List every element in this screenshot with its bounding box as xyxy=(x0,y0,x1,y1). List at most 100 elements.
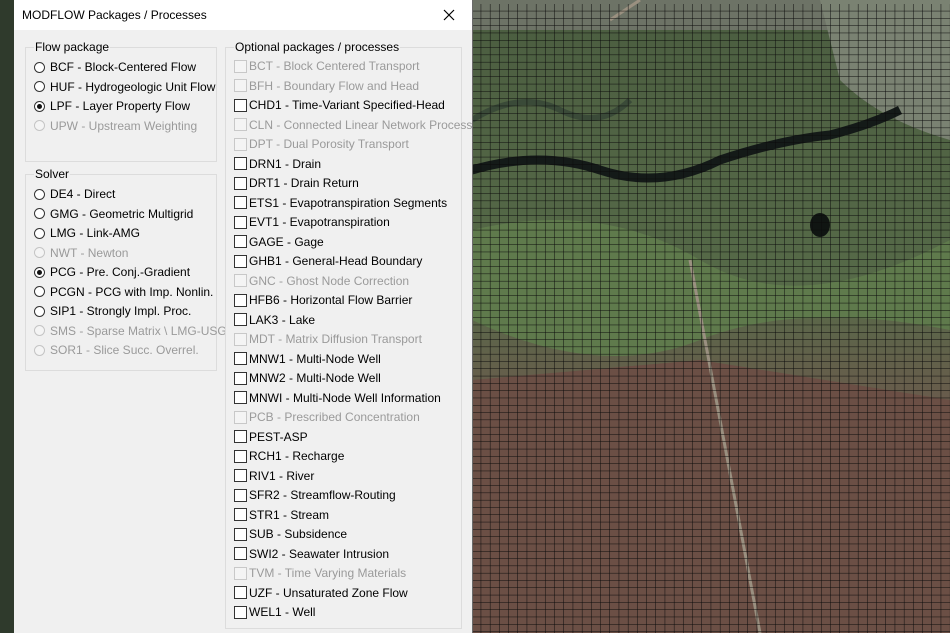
checkbox-unchecked-icon[interactable] xyxy=(234,430,247,443)
option-label: ETS1 - Evapotranspiration Segments xyxy=(249,195,448,210)
radio-option-bcf[interactable]: BCF - Block-Centered Flow xyxy=(34,58,196,76)
checkbox-option-riv1[interactable]: RIV1 - River xyxy=(234,467,314,485)
radio-option-pcgn[interactable]: PCGN - PCG with Imp. Nonlin. xyxy=(34,283,213,301)
radio-option-gmg[interactable]: GMG - Geometric Multigrid xyxy=(34,205,193,223)
option-label: PCB - Prescribed Concentration xyxy=(249,410,420,424)
checkbox-unchecked-icon xyxy=(234,137,247,151)
checkbox-unchecked-icon[interactable] xyxy=(234,391,247,404)
radio-unselected-icon[interactable] xyxy=(34,227,45,239)
option-label: SIP1 - Strongly Impl. Proc. xyxy=(50,304,192,318)
optional-packages-label: Optional packages / processes xyxy=(234,40,401,54)
option-label: DE4 - Direct xyxy=(50,187,116,201)
checkbox-unchecked-icon[interactable] xyxy=(234,313,247,326)
radio-option-upw: UPW - Upstream Weighting xyxy=(34,117,197,135)
checkbox-option-mnw1[interactable]: MNW1 - Multi-Node Well xyxy=(234,350,381,368)
checkbox-option-uzf[interactable]: UZF - Unsaturated Zone Flow xyxy=(234,584,408,602)
checkbox-unchecked-icon[interactable] xyxy=(234,157,247,170)
checkbox-option-pcb: PCB - Prescribed Concentration xyxy=(234,408,420,426)
radio-unselected-icon[interactable] xyxy=(34,208,45,219)
close-button[interactable] xyxy=(426,0,472,30)
checkbox-option-tvm: TVM - Time Varying Materials xyxy=(234,564,406,582)
checkbox-unchecked-icon[interactable] xyxy=(234,527,247,541)
option-label: SFR2 - Streamflow-Routing xyxy=(249,488,396,502)
option-label: DPT - Dual Porosity Transport xyxy=(249,137,409,151)
checkbox-option-pest-asp[interactable]: PEST-ASP xyxy=(234,428,308,446)
checkbox-unchecked-icon[interactable] xyxy=(234,508,247,521)
checkbox-option-drn1[interactable]: DRN1 - Drain xyxy=(234,155,321,173)
checkbox-option-cln: CLN - Connected Linear Network Process xyxy=(234,116,472,134)
checkbox-unchecked-icon[interactable] xyxy=(234,235,247,248)
checkbox-option-ets1[interactable]: ETS1 - Evapotranspiration Segments xyxy=(234,194,447,212)
checkbox-unchecked-icon[interactable] xyxy=(234,98,247,112)
option-label: EVT1 - Evapotranspiration xyxy=(249,215,390,229)
radio-option-lmg[interactable]: LMG - Link-AMG xyxy=(34,224,140,242)
checkbox-unchecked-icon[interactable] xyxy=(234,196,247,209)
radio-option-huf[interactable]: HUF - Hydrogeologic Unit Flow xyxy=(34,78,215,96)
checkbox-option-hfb6[interactable]: HFB6 - Horizontal Flow Barrier xyxy=(234,291,412,309)
radio-option-sor1: SOR1 - Slice Succ. Overrel. xyxy=(34,341,199,359)
option-label: LMG - Link-AMG xyxy=(50,226,141,240)
option-label: STR1 - Stream xyxy=(249,507,330,522)
checkbox-unchecked-icon xyxy=(234,59,247,73)
solver-group: Solver DE4 - Direct GMG - Geometric Multi… xyxy=(25,168,227,371)
option-label: DRT1 - Drain Return xyxy=(249,176,359,190)
checkbox-option-bct: BCT - Block Centered Transport xyxy=(234,57,420,75)
option-label: MNWI - Multi-Node Well Information xyxy=(249,390,441,405)
radio-unselected-icon[interactable] xyxy=(34,81,45,92)
option-label: MDT - Matrix Diffusion Transport xyxy=(249,332,422,346)
radio-unselected-icon[interactable] xyxy=(34,286,45,297)
checkbox-unchecked-icon[interactable] xyxy=(234,352,247,365)
option-label: CHD1 - Time-Variant Specified-Head xyxy=(249,98,445,112)
radio-unselected-icon[interactable] xyxy=(34,305,45,317)
checkbox-unchecked-icon[interactable] xyxy=(234,605,247,619)
title-bar[interactable]: MODFLOW Packages / Processes xyxy=(14,0,472,30)
option-label: RIV1 - River xyxy=(249,468,315,483)
radio-unselected-icon[interactable] xyxy=(34,188,45,200)
option-label: SOR1 - Slice Succ. Overrel. xyxy=(50,343,199,357)
flow-package-label: Flow package xyxy=(34,40,111,54)
checkbox-option-swi2[interactable]: SWI2 - Seawater Intrusion xyxy=(234,545,389,563)
checkbox-option-sub[interactable]: SUB - Subsidence xyxy=(234,525,347,543)
radio-option-nwt: NWT - Newton xyxy=(34,244,128,262)
checkbox-unchecked-icon[interactable] xyxy=(234,254,247,268)
radio-option-sip1[interactable]: SIP1 - Strongly Impl. Proc. xyxy=(34,302,191,320)
close-icon xyxy=(443,9,455,21)
checkbox-option-chd1[interactable]: CHD1 - Time-Variant Specified-Head xyxy=(234,96,445,114)
checkbox-unchecked-icon[interactable] xyxy=(234,371,247,385)
radio-selected-icon[interactable] xyxy=(34,266,45,278)
checkbox-unchecked-icon[interactable] xyxy=(234,469,247,482)
radio-option-lpf[interactable]: LPF - Layer Property Flow xyxy=(34,97,190,115)
checkbox-option-wel1[interactable]: WEL1 - Well xyxy=(234,603,315,621)
checkbox-option-str1[interactable]: STR1 - Stream xyxy=(234,506,329,524)
checkbox-option-lak3[interactable]: LAK3 - Lake xyxy=(234,311,315,329)
checkbox-unchecked-icon[interactable] xyxy=(234,176,247,190)
checkbox-option-mnwi[interactable]: MNWI - Multi-Node Well Information xyxy=(234,389,441,407)
option-label: MNW2 - Multi-Node Well xyxy=(249,371,381,385)
checkbox-option-sfr2[interactable]: SFR2 - Streamflow-Routing xyxy=(234,486,396,504)
option-label: DRN1 - Drain xyxy=(249,156,322,171)
checkbox-option-drt1[interactable]: DRT1 - Drain Return xyxy=(234,174,359,192)
checkbox-unchecked-icon[interactable] xyxy=(234,449,247,463)
checkbox-unchecked-icon xyxy=(234,332,247,346)
checkbox-option-bfh: BFH - Boundary Flow and Head xyxy=(234,77,419,95)
radio-option-de4[interactable]: DE4 - Direct xyxy=(34,185,115,203)
checkbox-option-ghb1[interactable]: GHB1 - General-Head Boundary xyxy=(234,252,422,270)
radio-selected-icon[interactable] xyxy=(34,100,45,112)
solver-label: Solver xyxy=(34,167,71,181)
checkbox-unchecked-icon[interactable] xyxy=(234,488,247,502)
checkbox-option-rch1[interactable]: RCH1 - Recharge xyxy=(234,447,344,465)
radio-unselected-icon[interactable] xyxy=(34,61,45,73)
checkbox-unchecked-icon[interactable] xyxy=(234,215,247,229)
option-label: RCH1 - Recharge xyxy=(249,449,345,463)
checkbox-option-evt1[interactable]: EVT1 - Evapotranspiration xyxy=(234,213,390,231)
checkbox-unchecked-icon[interactable] xyxy=(234,586,247,599)
option-label: BCF - Block-Centered Flow xyxy=(50,60,197,74)
radio-option-pcg[interactable]: PCG - Pre. Conj.-Gradient xyxy=(34,263,190,281)
checkbox-option-gage[interactable]: GAGE - Gage xyxy=(234,233,324,251)
option-label: BCT - Block Centered Transport xyxy=(249,59,420,73)
checkbox-unchecked-icon[interactable] xyxy=(234,547,247,560)
option-label: SWI2 - Seawater Intrusion xyxy=(249,546,390,561)
checkbox-unchecked-icon[interactable] xyxy=(234,293,247,307)
checkbox-option-mnw2[interactable]: MNW2 - Multi-Node Well xyxy=(234,369,381,387)
option-label: GNC - Ghost Node Correction xyxy=(249,273,410,288)
